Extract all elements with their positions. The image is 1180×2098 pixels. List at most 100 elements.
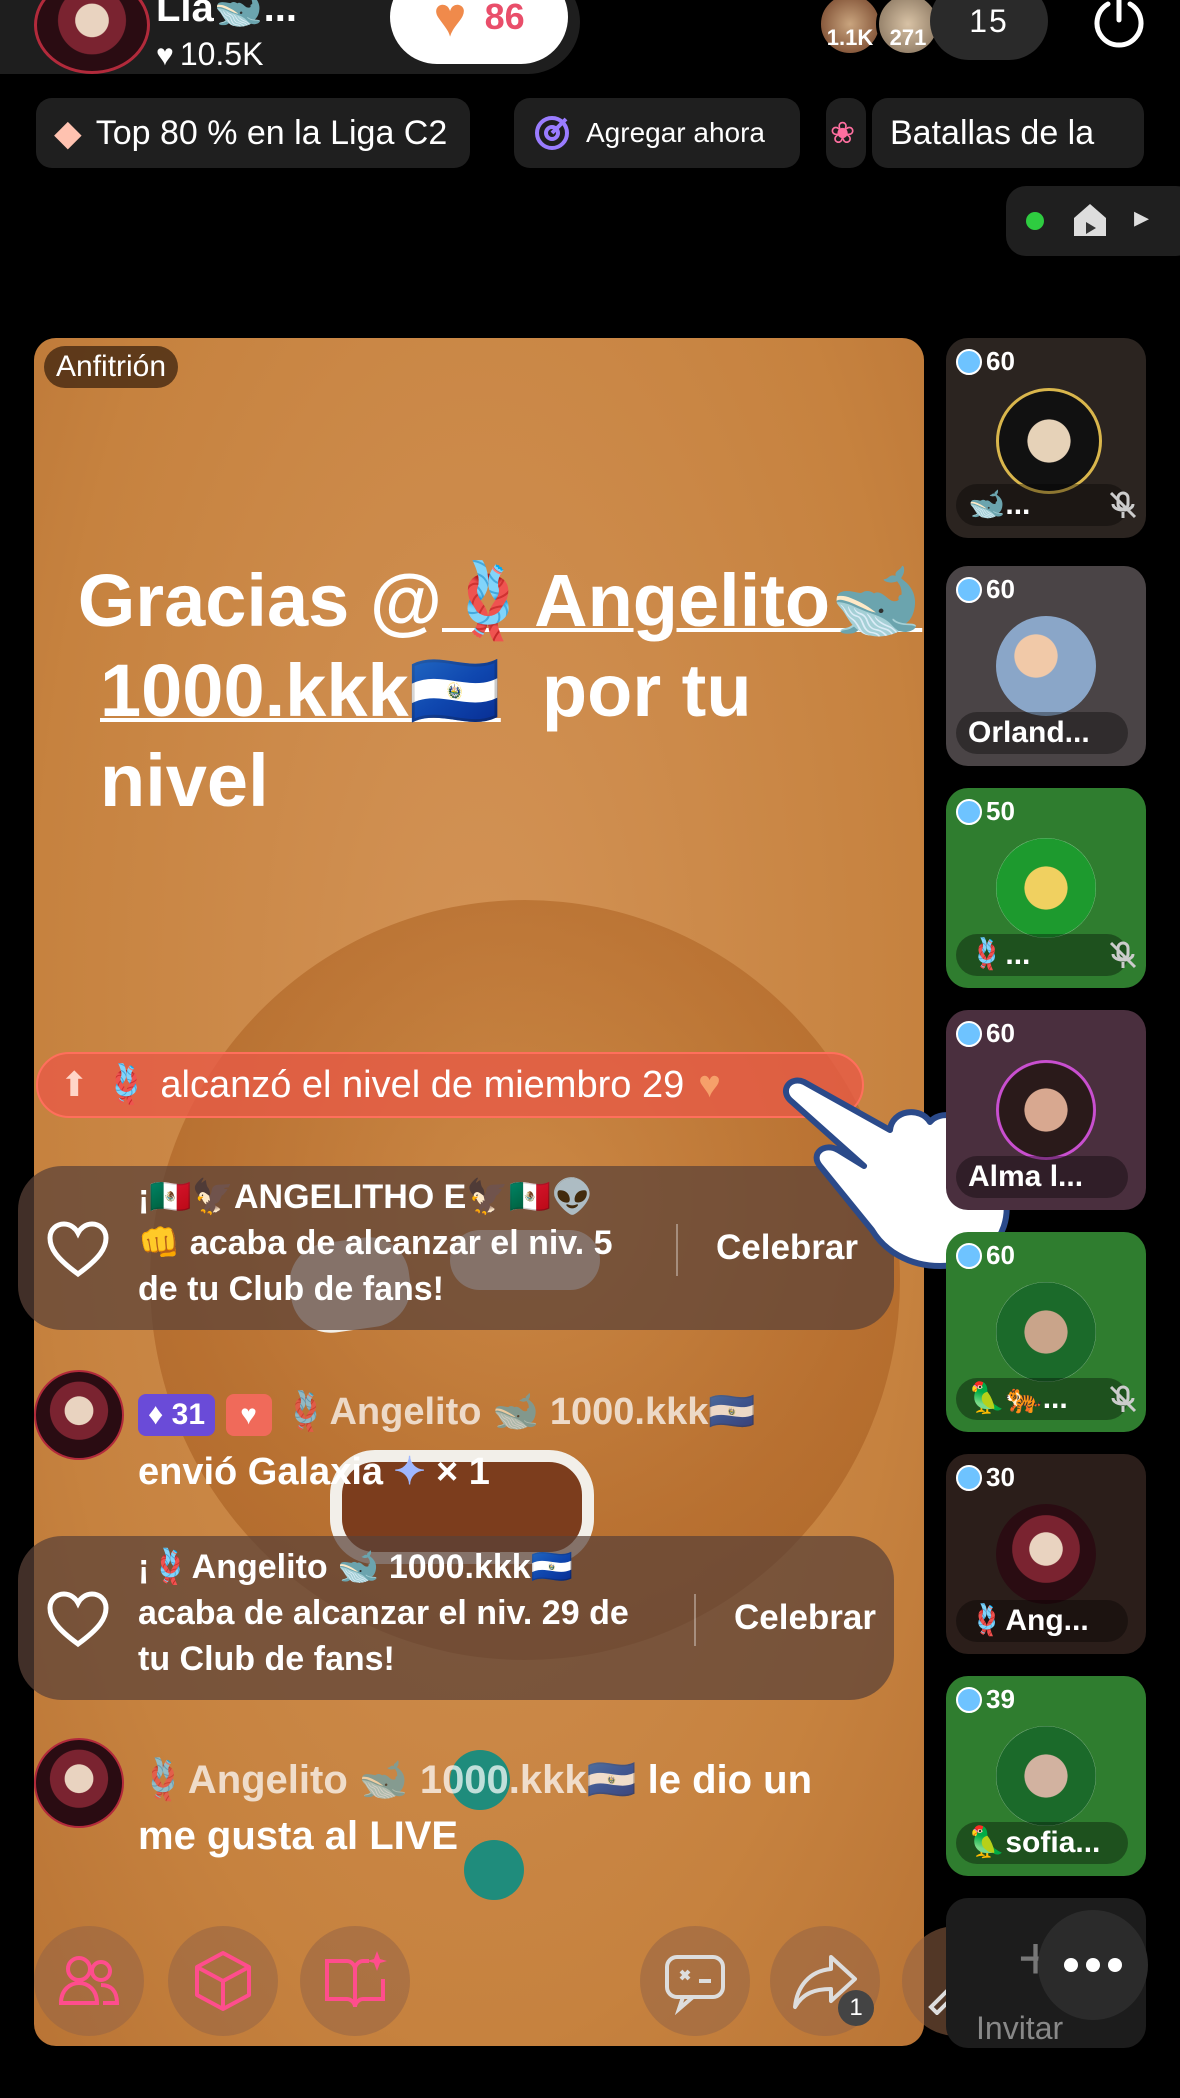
guest-name: 🦜🐅... <box>956 1378 1128 1420</box>
guest-name: 🐋... <box>956 484 1128 526</box>
box-button[interactable] <box>168 1926 278 2036</box>
live-dot-icon <box>1026 212 1044 230</box>
avatar[interactable] <box>34 1370 124 1460</box>
guest-avatar <box>996 1060 1096 1160</box>
level-icon <box>956 1020 982 1047</box>
guest-level-value: 30 <box>986 1462 1015 1492</box>
level-icon <box>956 798 982 825</box>
league-pill[interactable]: ◆ Top 80 % en la Liga C2 <box>36 98 470 168</box>
guest-name: 🦜sofia... <box>956 1822 1128 1864</box>
battles-pill[interactable]: Batallas de la <box>872 98 1144 168</box>
avatar[interactable] <box>34 1738 124 1828</box>
like-text-1: le dio un <box>647 1758 813 1802</box>
gift-pill[interactable]: ❀ <box>826 98 866 168</box>
thanks-user-2: 1000.kkk🇸🇻 <box>100 649 501 732</box>
gift-icon: ❀ <box>830 116 856 150</box>
ellipsis-icon <box>1064 1958 1122 1972</box>
guests-button[interactable] <box>34 1926 144 2036</box>
guest-level-value: 60 <box>986 1018 1015 1048</box>
level-banner-text: 🪢 alcanzó el nivel de miembro 29 <box>102 1064 685 1106</box>
guest-avatar <box>996 1504 1096 1604</box>
power-icon[interactable] <box>1090 0 1148 50</box>
thanks-prefix: Gracias @ <box>77 559 442 642</box>
guest-level: 60 <box>956 1240 1015 1271</box>
guest-level: 60 <box>956 574 1015 605</box>
orange-heart-icon: ♥ <box>433 0 467 48</box>
fan-badge-icon: ♥ <box>225 1394 272 1436</box>
fan1-line1: ¡🇲🇽🦅ANGELITHO E🦅🇲🇽👽 <box>138 1178 594 1216</box>
fan2-line3: tu Club de fans! <box>138 1640 395 1678</box>
guest-avatar <box>996 616 1096 716</box>
level-icon <box>956 576 982 603</box>
guest-level-value: 60 <box>986 346 1015 376</box>
celebrate-button-2[interactable]: Celebrar <box>734 1598 876 1638</box>
host-label: Anfitrión <box>44 346 179 388</box>
level-up-banner: ⬆ 🪢 alcanzó el nivel de miembro 29 ♥ <box>36 1052 864 1118</box>
viewer-avatar-1[interactable]: 1.1K <box>818 0 882 56</box>
guest-tile-3[interactable]: 50 🪢... <box>946 788 1146 988</box>
viewer-badge: 1.1K <box>826 25 874 50</box>
add-now-pill[interactable]: Agregar ahora <box>514 98 800 168</box>
guest-tile-2[interactable]: 60 Orland... <box>946 566 1146 766</box>
like-text-2: me gusta al LIVE <box>138 1814 459 1858</box>
mic-off-icon <box>1109 491 1137 519</box>
level-badge: ♦ 31 <box>138 1394 216 1436</box>
guest-level: 60 <box>956 346 1015 377</box>
level-icon <box>956 1242 982 1269</box>
like-message: 🪢Angelito 🐋 1000.kkk🇸🇻 le dio un me gust… <box>138 1752 898 1864</box>
fan1-line2: 👊 acaba de alcanzar el niv. 5 <box>138 1224 613 1262</box>
guest-name: Alma l... <box>956 1156 1128 1198</box>
guest-level-value: 60 <box>986 574 1015 604</box>
guest-level-value: 39 <box>986 1684 1015 1714</box>
host-likes-value: 10.5K <box>179 36 264 72</box>
arrow-up-icon: ⬆ <box>60 1066 89 1104</box>
target-icon <box>535 116 569 150</box>
guest-level: 39 <box>956 1684 1015 1715</box>
share-button[interactable]: 1 <box>770 1926 880 2036</box>
fan-club-card-1: ¡🇲🇽🦅ANGELITHO E🦅🇲🇽👽 👊 acaba de alcanzar … <box>18 1166 894 1330</box>
book-button[interactable] <box>300 1926 410 2036</box>
live-controls[interactable]: ▸ <box>1006 186 1180 256</box>
battles-label: Batallas de la <box>890 113 1095 152</box>
chevron-right-icon[interactable]: ▸ <box>1134 200 1149 235</box>
guest-level: 30 <box>956 1462 1015 1493</box>
game-button[interactable] <box>640 1926 750 2036</box>
cube-icon <box>195 1951 251 2011</box>
fan2-line2: acaba de alcanzar el niv. 29 de <box>138 1594 629 1632</box>
fan2-line1: ¡🪢Angelito 🐋 1000.kkk🇸🇻 <box>138 1548 574 1586</box>
mic-off-icon <box>1109 941 1137 969</box>
level-icon <box>956 348 982 375</box>
fan1-line3: de tu Club de fans! <box>138 1270 444 1308</box>
guest-tile-5[interactable]: 60 🦜🐅... <box>946 1232 1146 1432</box>
thanks-user-1: 🪢Angelito🐋 <box>442 559 923 642</box>
guest-level: 50 <box>956 796 1015 827</box>
guest-tile-1[interactable]: 60 🐋... <box>946 338 1146 538</box>
guest-name: 🪢Ang... <box>956 1600 1128 1642</box>
guest-level: 60 <box>956 1018 1015 1049</box>
gift-user: 🪢Angelito 🐋 1000.kkk🇸🇻 <box>282 1391 756 1433</box>
like-user: 🪢Angelito 🐋 1000.kkk🇸🇻 <box>138 1758 637 1802</box>
heart-outline-icon <box>47 1591 109 1648</box>
divider <box>676 1224 678 1276</box>
follow-button[interactable]: ♥ 86 <box>390 0 568 64</box>
galaxy-gift-icon: ✦ <box>393 1451 426 1493</box>
more-button[interactable] <box>1038 1910 1148 2020</box>
book-sparkle-icon <box>325 1951 387 2008</box>
host-name: Lia🐋... <box>156 0 297 30</box>
game-controller-icon <box>665 1955 725 2015</box>
heart-icon: ♥ <box>156 39 174 72</box>
host-likes: ♥ 10.5K <box>156 36 263 73</box>
guest-tile-7[interactable]: 39 🦜sofia... <box>946 1676 1146 1876</box>
heart-badge-icon: ♥ <box>698 1063 721 1106</box>
home-icon[interactable] <box>1068 198 1112 242</box>
gift-message: ♦ 31 ♥ 🪢Angelito 🐋 1000.kkk🇸🇻 envió Gala… <box>138 1382 898 1502</box>
viewer-count[interactable]: 15 <box>930 0 1048 60</box>
guest-avatar <box>996 388 1102 494</box>
level-icon <box>956 1464 982 1491</box>
viewer-badge: 271 <box>889 25 927 50</box>
gift-text: envió Galaxia <box>138 1451 384 1493</box>
guest-tile-4[interactable]: 60 Alma l... <box>946 1010 1146 1210</box>
guest-tile-6[interactable]: 30 🪢Ang... <box>946 1454 1146 1654</box>
diamond-icon: ◆ <box>54 112 82 153</box>
mic-off-icon <box>1109 1385 1137 1413</box>
